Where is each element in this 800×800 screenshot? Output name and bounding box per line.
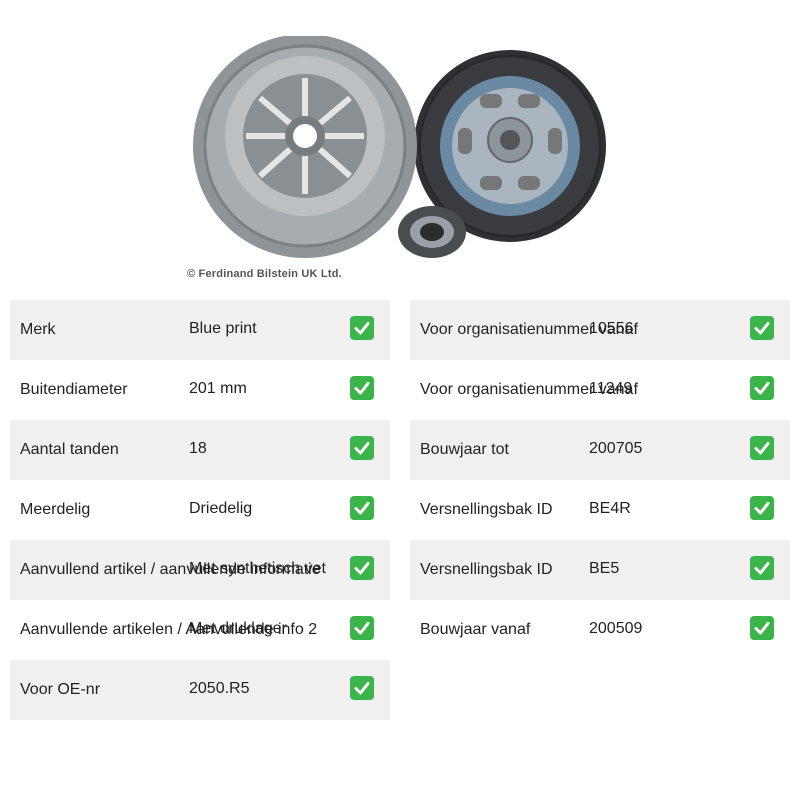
spec-row: Versnellingsbak ID BE4R [410,480,790,540]
check-mark-icon [350,436,374,460]
check-mark-icon [750,556,774,580]
check-mark-icon [350,496,374,520]
spec-value: 201 mm [189,380,247,397]
spec-label: Buitendiameter [20,381,128,398]
spec-value: 200705 [589,440,643,457]
check-mark-icon [750,616,774,640]
spec-value: 10556 [589,320,634,337]
spec-row: Voor OE-nr 2050.R5 [10,660,390,720]
release-bearing [398,206,466,258]
spec-row: Aanvullende artikelen / Aanvullende info… [10,600,390,660]
check-mark-icon [350,376,374,400]
spec-value: BE4R [589,500,631,517]
spec-value: 200509 [589,620,643,637]
spec-table-right: Voor organisatienummer vanaf 10556 Voor … [410,300,790,660]
spec-label: Bouwjaar tot [420,441,509,458]
spec-value: Met druklager [189,620,287,637]
check-mark-icon [350,616,374,640]
product-image [180,34,620,266]
spec-value: 18 [189,440,207,457]
pressure-plate [193,34,417,258]
spec-label: Bouwjaar vanaf [420,621,531,638]
spec-label: Versnellingsbak ID [420,561,553,578]
spec-value: Met synthetisch vet [189,560,326,577]
spec-row: Voor organisatienummer vanaf 11249 [410,360,790,420]
spec-value: Driedelig [189,500,253,517]
spec-row: Meerdelig Driedelig [10,480,390,540]
check-mark-icon [750,376,774,400]
spec-value: BE5 [589,560,620,577]
spec-table-left: Merk Blue print Buitendiameter 201 mm Aa… [10,300,390,720]
check-mark-icon [350,676,374,700]
spec-row: Bouwjaar tot 200705 [410,420,790,480]
spec-row: Merk Blue print [10,300,390,360]
spec-label: Merk [20,321,56,338]
spec-label: Voor OE-nr [20,681,101,698]
spec-row: Aanvullend artikel / aanvullende informa… [10,540,390,600]
check-mark-icon [750,436,774,460]
spec-label: Aantal tanden [20,441,119,458]
check-mark-icon [750,496,774,520]
check-mark-icon [350,316,374,340]
clutch-kit-illustration [193,34,606,258]
spec-row: Versnellingsbak ID BE5 [410,540,790,600]
spec-row: Aantal tanden 18 [10,420,390,480]
spec-label: Meerdelig [20,501,91,518]
spec-value: Blue print [189,320,257,337]
spec-value: 2050.R5 [189,680,250,697]
copyright-notice: © Ferdinand Bilstein UK Ltd. [187,268,342,280]
spec-row: Buitendiameter 201 mm [10,360,390,420]
check-mark-icon [750,316,774,340]
spec-value: 11249 [589,380,633,397]
check-mark-icon [350,556,374,580]
spec-row: Bouwjaar vanaf 200509 [410,600,790,660]
spec-label: Versnellingsbak ID [420,501,553,518]
spec-row: Voor organisatienummer vanaf 10556 [410,300,790,360]
